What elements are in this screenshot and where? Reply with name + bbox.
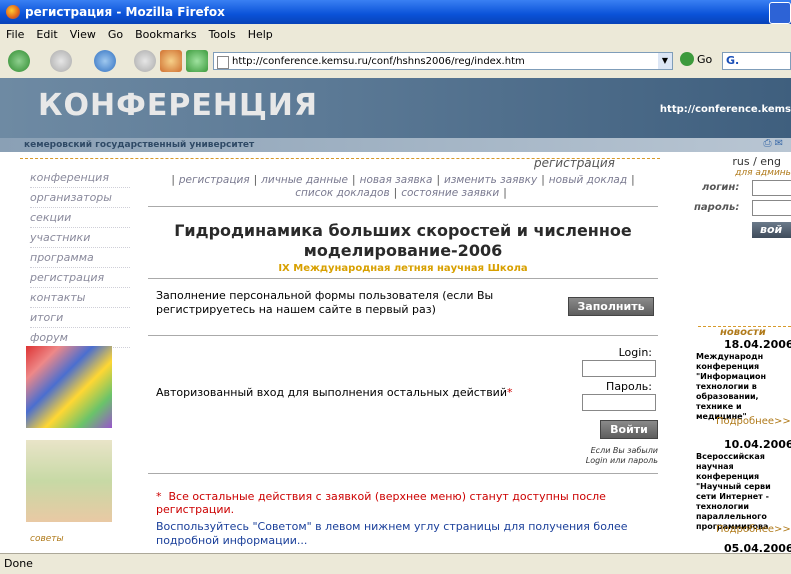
admin-password-label: пароль: [694,202,740,213]
print-mail-icons[interactable]: ⎙ ✉ [763,138,783,149]
news-date: 18.04.2006 [724,338,791,351]
go-button[interactable]: Go [680,52,712,66]
stop-icon[interactable] [134,50,156,72]
maximize-button[interactable] [769,2,791,24]
menu-view[interactable]: View [70,28,96,41]
topmenu-registration[interactable]: регистрация [179,174,250,186]
topmenu-report-list[interactable]: список докладов [295,187,389,199]
tips-note: Воспользуйтесь "Советом" в левом нижнем … [156,520,628,547]
firefox-logo-icon [6,5,20,19]
sidebar-item-program[interactable]: программа [30,248,130,268]
note-text: Все остальные действия с заявкой (верхне… [156,490,606,516]
menu-bookmarks[interactable]: Bookmarks [135,28,196,41]
admin-login-button[interactable]: вой [752,222,791,238]
menu-file[interactable]: File [6,28,24,41]
page-icon [217,56,229,69]
menu-help[interactable]: Help [248,28,273,41]
language-switch[interactable]: rus / eng [732,155,781,168]
menu-tools[interactable]: Tools [209,28,236,41]
search-input[interactable]: G. [722,52,791,70]
go-arrow-icon [680,52,694,66]
sidebar-item-forum[interactable]: форум [30,328,130,348]
page-viewport: КОНФЕРЕНЦИЯ http://conference.kems кемер… [0,78,791,553]
login-button[interactable]: Войти [600,420,658,439]
top-menu: | регистрация | личные данные | новая заявка |… [148,168,658,207]
sidebar-tips-link[interactable]: советы [30,534,64,544]
admin-label: для админь [735,168,791,178]
page-subtitle: IX Международная летняя научная Школа [278,263,528,274]
map-image[interactable] [26,440,112,522]
address-bar[interactable]: http://conference.kemsu.ru/conf/hshns200… [213,52,673,70]
right-column: для админь логин: пароль: вой новости 18… [694,168,791,553]
site-banner: КОНФЕРЕНЦИЯ http://conference.kems [0,78,791,138]
status-bar: Done [0,553,791,574]
sidebar-item-participants[interactable]: участники [30,228,130,248]
address-url: http://conference.kemsu.ru/conf/hshns200… [232,56,525,67]
chevron-down-icon[interactable]: ▼ [658,53,672,69]
back-icon[interactable] [8,50,30,72]
fill-form-row: Заполнение персональной формы пользовате… [148,278,658,336]
topmenu-personal-data[interactable]: личные данные [261,174,348,186]
news-more-link[interactable]: Подробнее>> [716,524,791,535]
login-input[interactable] [582,360,656,377]
news-text: Всероссийская научная конференция "Научн… [696,452,771,531]
reload-icon[interactable] [94,50,116,72]
news-date: 05.04.2006 [724,542,791,553]
sidebar-item-registration[interactable]: регистрация [30,268,130,288]
auth-star: * [507,386,513,399]
sidebar-item-organizers[interactable]: организаторы [30,188,130,208]
auth-text: Авторизованный вход для выполнения остал… [156,386,513,399]
page-title: Гидродинамика больших скоростей и числен… [174,221,632,260]
news-heading: новости [698,326,791,338]
nav-toolbar: http://conference.kemsu.ru/conf/hshns200… [0,44,791,79]
window-title: регистрация - Mozilla Firefox [25,5,225,19]
sidebar-nav: конференция организаторы секции участник… [30,168,130,348]
sidebar-item-sections[interactable]: секции [30,208,130,228]
registration-note: * Все остальные действия с заявкой (верх… [156,490,658,516]
news-date: 10.04.2006 [724,438,791,451]
topmenu-new-report[interactable]: новый доклад [549,174,627,186]
menu-edit[interactable]: Edit [36,28,57,41]
main-content: | регистрация | личные данные | новая заявка |… [148,168,658,548]
go-label: Go [697,52,713,66]
sidebar-item-contacts[interactable]: контакты [30,288,130,308]
fill-form-text: Заполнение персональной формы пользовате… [156,289,494,316]
topmenu-application-status[interactable]: состояние заявки [401,187,499,199]
divider [148,473,658,474]
sidebar-item-results[interactable]: итоги [30,308,130,328]
auth-text-label: Авторизованный вход для выполнения остал… [156,386,507,399]
topmenu-edit-application[interactable]: изменить заявку [444,174,537,186]
banner-url: http://conference.kems [659,104,791,115]
site-logo: КОНФЕРЕНЦИЯ [38,88,319,123]
note-star: * [156,490,162,503]
topmenu-new-application[interactable]: новая заявка [360,174,433,186]
window-titlebar: регистрация - Mozilla Firefox [0,0,791,24]
forgot-text: Если Вы забыли [590,446,658,455]
sidebar-item-conference[interactable]: конференция [30,168,130,188]
login-label: Login: [618,346,652,359]
menu-go[interactable]: Go [108,28,123,41]
decorative-image [26,346,112,428]
news-more-link[interactable]: Подробнее>> [716,416,791,427]
password-label: Пароль: [606,380,652,393]
home-icon[interactable] [160,50,182,72]
news-text: Международн конференция "Информацион тех… [696,352,767,421]
admin-login-input[interactable] [752,180,791,196]
admin-password-input[interactable] [752,200,791,216]
forward-icon[interactable] [50,50,72,72]
forgot-link[interactable]: Login или пароль [586,456,658,465]
bookmark-icon[interactable] [186,50,208,72]
university-name: кемеровский государственный университет [0,138,791,152]
admin-login-label: логин: [702,182,740,193]
password-input[interactable] [582,394,656,411]
fill-button[interactable]: Заполнить [568,297,654,316]
menu-bar: File Edit View Go Bookmarks Tools Help [0,24,791,44]
auth-row: Авторизованный вход для выполнения остал… [148,338,658,466]
